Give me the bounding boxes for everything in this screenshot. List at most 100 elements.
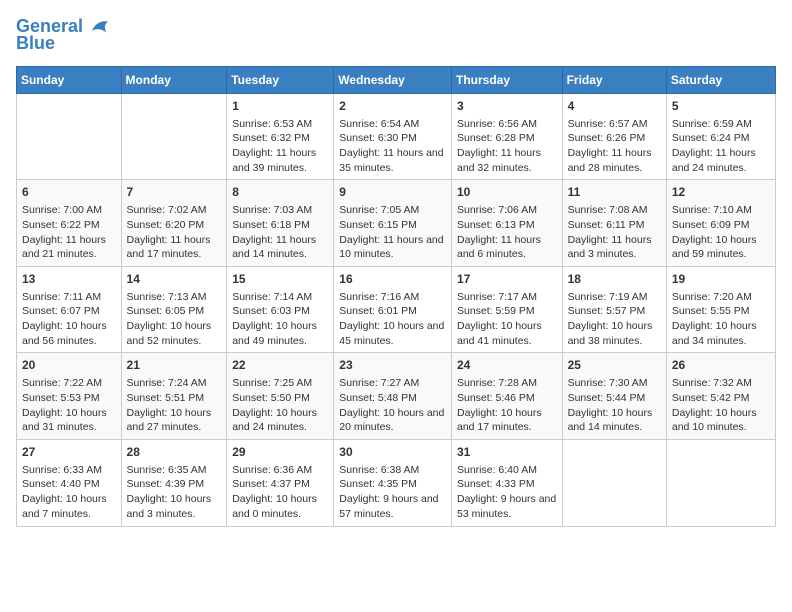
day-info: Sunrise: 6:35 AM [127,463,222,478]
calendar-cell [17,93,122,180]
day-info: Sunrise: 6:40 AM [457,463,557,478]
day-number: 31 [457,444,557,461]
day-info: Daylight: 10 hours and 10 minutes. [672,406,770,435]
day-info: Sunset: 6:13 PM [457,218,557,233]
calendar-cell: 5Sunrise: 6:59 AMSunset: 6:24 PMDaylight… [666,93,775,180]
day-info: Daylight: 10 hours and 7 minutes. [22,492,116,521]
day-info: Daylight: 9 hours and 53 minutes. [457,492,557,521]
day-info: Sunset: 6:18 PM [232,218,328,233]
day-info: Sunrise: 7:27 AM [339,376,446,391]
calendar-cell: 8Sunrise: 7:03 AMSunset: 6:18 PMDaylight… [227,180,334,267]
day-info: Sunrise: 7:24 AM [127,376,222,391]
day-info: Daylight: 10 hours and 38 minutes. [568,319,661,348]
calendar-cell: 24Sunrise: 7:28 AMSunset: 5:46 PMDayligh… [451,353,562,440]
day-number: 6 [22,184,116,201]
day-info: Sunset: 6:03 PM [232,304,328,319]
calendar-cell: 10Sunrise: 7:06 AMSunset: 6:13 PMDayligh… [451,180,562,267]
calendar-cell: 7Sunrise: 7:02 AMSunset: 6:20 PMDaylight… [121,180,227,267]
day-info: Sunset: 6:07 PM [22,304,116,319]
day-info: Daylight: 11 hours and 21 minutes. [22,233,116,262]
day-info: Sunset: 6:30 PM [339,131,446,146]
calendar-cell: 22Sunrise: 7:25 AMSunset: 5:50 PMDayligh… [227,353,334,440]
calendar-cell: 3 Sunrise: 6:56 AMSunset: 6:28 PMDaylight… [451,93,562,180]
day-info: Daylight: 10 hours and 52 minutes. [127,319,222,348]
day-info: Sunset: 6:22 PM [22,218,116,233]
calendar-cell: 18Sunrise: 7:19 AMSunset: 5:57 PMDayligh… [562,266,666,353]
day-info: Sunrise: 7:25 AM [232,376,328,391]
day-info: Sunrise: 6:56 AM [457,117,557,132]
col-header-wednesday: Wednesday [334,66,452,93]
calendar-cell: 9Sunrise: 7:05 AMSunset: 6:15 PMDaylight… [334,180,452,267]
col-header-tuesday: Tuesday [227,66,334,93]
day-info: Daylight: 11 hours and 28 minutes. [568,146,661,175]
day-info: Daylight: 10 hours and 14 minutes. [568,406,661,435]
day-number: 7 [127,184,222,201]
logo-bird-icon [90,16,110,36]
calendar-cell: 30Sunrise: 6:38 AMSunset: 4:35 PMDayligh… [334,439,452,526]
day-info: Sunset: 6:20 PM [127,218,222,233]
day-info: Sunrise: 7:19 AM [568,290,661,305]
calendar-cell: 29Sunrise: 6:36 AMSunset: 4:37 PMDayligh… [227,439,334,526]
day-info: Daylight: 10 hours and 59 minutes. [672,233,770,262]
col-header-monday: Monday [121,66,227,93]
calendar-cell: 25Sunrise: 7:30 AMSunset: 5:44 PMDayligh… [562,353,666,440]
day-number: 17 [457,271,557,288]
day-number: 10 [457,184,557,201]
day-number: 14 [127,271,222,288]
day-number: 20 [22,357,116,374]
day-number: 3 [457,98,557,115]
day-number: 22 [232,357,328,374]
day-info: Sunrise: 7:08 AM [568,203,661,218]
day-info: Sunset: 4:39 PM [127,477,222,492]
day-info: Sunrise: 7:32 AM [672,376,770,391]
day-info: Sunset: 6:09 PM [672,218,770,233]
calendar-cell: 11Sunrise: 7:08 AMSunset: 6:11 PMDayligh… [562,180,666,267]
day-info: Sunrise: 6:59 AM [672,117,770,132]
day-info: Sunset: 5:44 PM [568,391,661,406]
day-info: Daylight: 11 hours and 14 minutes. [232,233,328,262]
day-info: Sunrise: 6:33 AM [22,463,116,478]
day-number: 13 [22,271,116,288]
day-info: Sunrise: 7:17 AM [457,290,557,305]
day-info: Daylight: 11 hours and 17 minutes. [127,233,222,262]
calendar-cell: 14Sunrise: 7:13 AMSunset: 6:05 PMDayligh… [121,266,227,353]
calendar-cell: 31Sunrise: 6:40 AMSunset: 4:33 PMDayligh… [451,439,562,526]
day-number: 21 [127,357,222,374]
day-info: Daylight: 10 hours and 41 minutes. [457,319,557,348]
calendar-cell: 28 Sunrise: 6:35 AMSunset: 4:39 PMDayligh… [121,439,227,526]
day-info: Sunrise: 6:57 AM [568,117,661,132]
day-info: Daylight: 10 hours and 24 minutes. [232,406,328,435]
day-info: Sunrise: 6:53 AM [232,117,328,132]
day-number: 19 [672,271,770,288]
day-info: Daylight: 10 hours and 49 minutes. [232,319,328,348]
day-info: Sunset: 6:15 PM [339,218,446,233]
day-info: Daylight: 11 hours and 10 minutes. [339,233,446,262]
calendar-cell: 12Sunrise: 7:10 AMSunset: 6:09 PMDayligh… [666,180,775,267]
day-info: Sunset: 5:59 PM [457,304,557,319]
calendar-cell: 13Sunrise: 7:11 AMSunset: 6:07 PMDayligh… [17,266,122,353]
day-info: Daylight: 10 hours and 27 minutes. [127,406,222,435]
day-info: Daylight: 10 hours and 34 minutes. [672,319,770,348]
day-info: Sunset: 6:24 PM [672,131,770,146]
day-info: Daylight: 11 hours and 24 minutes. [672,146,770,175]
calendar-week-2: 6Sunrise: 7:00 AMSunset: 6:22 PMDaylight… [17,180,776,267]
day-info: Daylight: 11 hours and 32 minutes. [457,146,557,175]
calendar-cell: 2Sunrise: 6:54 AMSunset: 6:30 PMDaylight… [334,93,452,180]
calendar-week-3: 13Sunrise: 7:11 AMSunset: 6:07 PMDayligh… [17,266,776,353]
day-info: Sunrise: 7:00 AM [22,203,116,218]
col-header-saturday: Saturday [666,66,775,93]
day-info: Sunset: 5:53 PM [22,391,116,406]
day-number: 9 [339,184,446,201]
day-info: Sunrise: 7:06 AM [457,203,557,218]
calendar-cell [121,93,227,180]
day-number: 23 [339,357,446,374]
calendar-cell: 17 Sunrise: 7:17 AMSunset: 5:59 PMDayligh… [451,266,562,353]
day-info: Daylight: 10 hours and 45 minutes. [339,319,446,348]
calendar-cell: 16Sunrise: 7:16 AMSunset: 6:01 PMDayligh… [334,266,452,353]
day-info: Sunset: 6:11 PM [568,218,661,233]
day-info: Sunset: 6:28 PM [457,131,557,146]
day-info: Daylight: 10 hours and 3 minutes. [127,492,222,521]
day-info: Sunset: 5:48 PM [339,391,446,406]
day-number: 28 [127,444,222,461]
day-info: Sunset: 6:32 PM [232,131,328,146]
